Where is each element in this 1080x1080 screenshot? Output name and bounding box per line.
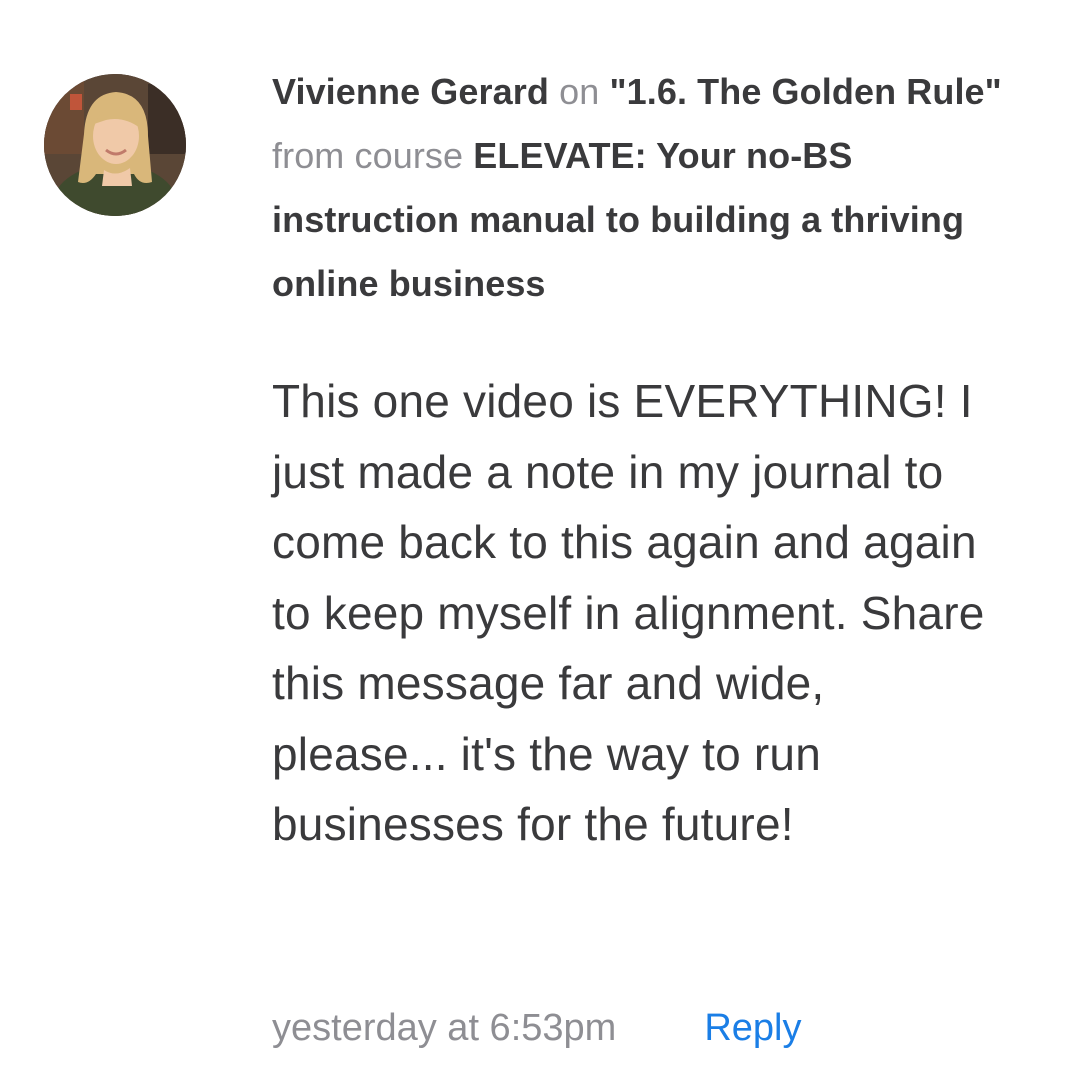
author-name[interactable]: Vivienne Gerard (272, 71, 549, 112)
on-label: on (559, 71, 600, 112)
reply-button[interactable]: Reply (704, 1007, 801, 1050)
comment-timestamp: yesterday at 6:53pm (272, 1006, 617, 1049)
avatar[interactable] (44, 74, 186, 216)
comment-content: Vivienne Gerard on "1.6. The Golden Rule… (272, 60, 1032, 860)
comment-footer: yesterday at 6:53pm Reply (272, 1000, 801, 1056)
comment-header: Vivienne Gerard on "1.6. The Golden Rule… (272, 60, 1032, 316)
comment-body: This one video is EVERYTHING! I just mad… (272, 375, 985, 850)
lesson-title[interactable]: "1.6. The Golden Rule" (609, 71, 1001, 112)
comment-card: Vivienne Gerard on "1.6. The Golden Rule… (0, 0, 1080, 1080)
avatar-photo (44, 74, 186, 216)
from-course-label: from course (272, 135, 464, 176)
